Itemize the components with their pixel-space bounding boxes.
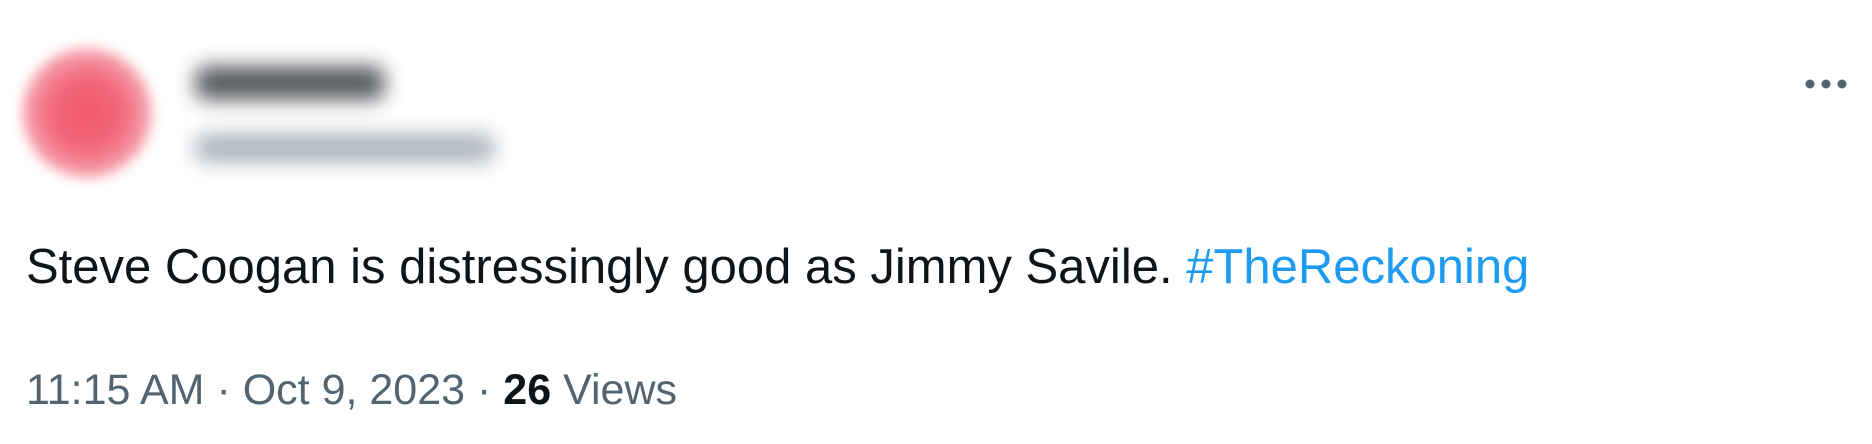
- tweet-time: 11:15 AM: [26, 366, 205, 414]
- hashtag-link[interactable]: #TheReckoning: [1186, 240, 1529, 294]
- separator: ·: [216, 366, 231, 414]
- views-link[interactable]: 26 Views: [503, 366, 677, 414]
- tweet-card: Steve Coogan is distressingly good as Ji…: [0, 0, 1872, 444]
- avatar[interactable]: [22, 48, 152, 178]
- tweet-date: Oct 9, 2023: [242, 366, 466, 414]
- tweet-text: Steve Coogan is distressingly good as Ji…: [26, 232, 1529, 302]
- timestamp-link[interactable]: 11:15 AM · Oct 9, 2023: [26, 366, 465, 414]
- views-label: Views: [563, 366, 678, 414]
- more-horizontal-icon: [1804, 78, 1848, 90]
- separator: ·: [477, 366, 492, 414]
- tweet-text-body: Steve Coogan is distressingly good as Ji…: [26, 240, 1173, 294]
- tweet-metadata: 11:15 AM · Oct 9, 2023 · 26 Views: [26, 360, 677, 420]
- username-redacted[interactable]: [195, 134, 495, 162]
- display-name-redacted[interactable]: [195, 66, 385, 100]
- views-count: 26: [503, 366, 552, 414]
- more-options-button[interactable]: [1796, 64, 1856, 104]
